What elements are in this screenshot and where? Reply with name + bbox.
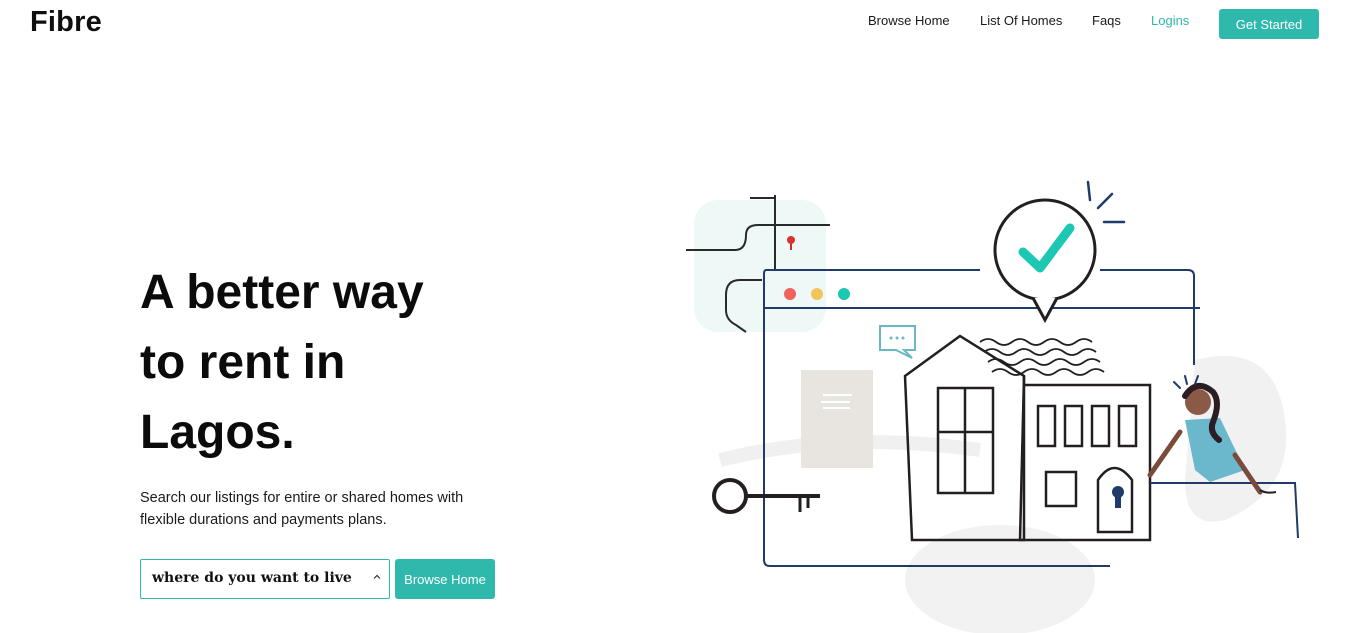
hero-title-line: A better way xyxy=(140,266,424,319)
browse-home-button[interactable]: Browse Home xyxy=(395,559,495,599)
location-select[interactable]: where do you want to live xyxy=(140,559,390,599)
nav-item-browse-home[interactable]: Browse Home xyxy=(868,13,950,28)
nav-item-logins[interactable]: Logins xyxy=(1151,13,1189,28)
hero-title-line: to rent in xyxy=(140,336,346,389)
hero-subtitle: Search our listings for entire or shared… xyxy=(140,490,464,528)
location-select-value: where do you want to live xyxy=(152,570,352,586)
hero-title-line: Lagos. xyxy=(140,406,295,459)
logo[interactable]: Fibre xyxy=(30,6,102,39)
chevron-up-icon xyxy=(373,574,381,579)
get-started-button[interactable]: Get Started xyxy=(1219,9,1319,39)
nav-item-list-of-homes[interactable]: List Of Homes xyxy=(980,13,1062,28)
nav-item-faqs[interactable]: Faqs xyxy=(1092,13,1121,28)
hero-title: A better way to rent in Lagos. xyxy=(140,258,424,468)
house-rental-illustration xyxy=(686,180,1299,633)
